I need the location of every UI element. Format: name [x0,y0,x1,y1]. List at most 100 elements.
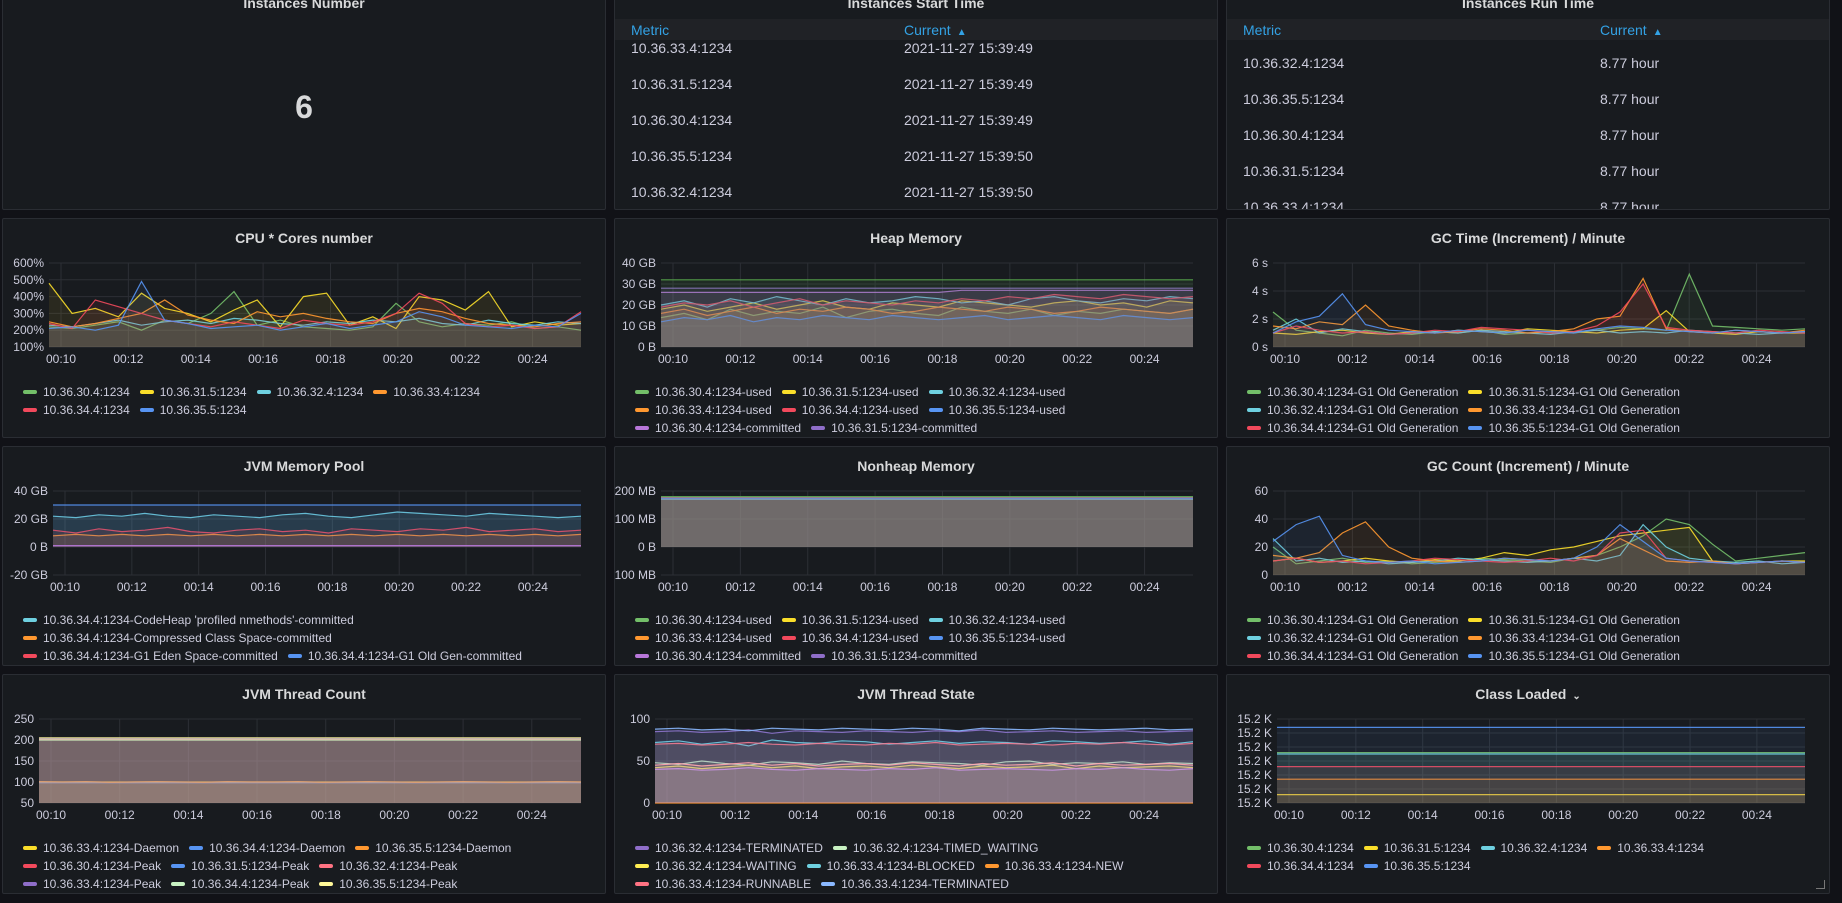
legend-item[interactable]: 10.36.31.5:1234-used [781,385,919,399]
legend-item[interactable]: 10.36.32.4:1234-G1 Old Generation [1247,403,1458,417]
legend-item[interactable]: 10.36.34.4:1234 [23,403,130,417]
chart-cpu[interactable]: 100% 200% 300% 400% 500% 600% 00:10 00:12 00:14 0… [3,255,606,375]
legend-item[interactable]: 10.36.34.4:1234-used [781,403,919,417]
chart-heap[interactable]: 0 B 10 GB 20 GB 30 GB 40 GB 00:10 00:12 00:14 00… [615,255,1218,375]
legend-item[interactable]: 10.36.33.4:1234-used [635,403,772,417]
legend-item[interactable]: 10.36.34.4:1234-Peak [171,877,309,891]
column-header-current[interactable]: Current ▲ [904,22,967,38]
legend-swatch [984,863,999,868]
chart-nonheap[interactable]: -100 MB 0 B 100 MB 200 MB 00:10 00:12 00:14 00:… [615,483,1218,603]
legend-item[interactable]: 10.36.35.5:1234-G1 Old Generation [1468,421,1680,435]
legend-item[interactable]: 10.36.33.4:1234-TERMINATED [821,877,1009,891]
legend-swatch [139,389,154,394]
legend-item[interactable]: 10.36.33.4:1234 [1597,841,1704,855]
panel-nonheap-memory[interactable]: Nonheap Memory -100 MB 0 B 100 MB 200 MB 00:1… [614,446,1218,666]
panel-class-loaded[interactable]: Class Loaded ⌄ 15.2 K 15.2 K 15.2 K 15.2 K 15.… [1226,674,1830,894]
legend-item[interactable]: 10.36.34.4:1234-G1 Old Generation [1247,421,1458,435]
legend-item[interactable]: 10.36.34.4:1234-Daemon [189,841,345,855]
legend-item[interactable]: 10.36.31.5:1234 [139,385,247,399]
legend-item[interactable]: 10.36.34.4:1234-G1 Old Gen-committed [287,649,522,663]
panel-jvm-memory-pool[interactable]: JVM Memory Pool -20 GB 0 B 20 GB 40 GB 00:10 0… [2,446,606,666]
legend-item[interactable]: 10.36.35.5:1234-used [928,631,1065,645]
panel-instances-number[interactable]: Instances Number 6 [2,0,606,210]
legend-item[interactable]: 10.36.31.5:1234 [1363,841,1471,855]
legend-item[interactable]: 10.36.32.4:1234 [256,385,363,399]
legend-row: 10.36.32.4:1234-G1 Old Generation 10.36.3… [1247,631,1690,647]
legend-item[interactable]: 10.36.32.4:1234-G1 Old Generation [1247,631,1458,645]
legend-item[interactable]: 10.36.34.4:1234 [1247,859,1354,873]
panel-cpu-cores[interactable]: CPU * Cores number 100% 200% 300% 400% 500% 60… [2,218,606,438]
column-header-metric[interactable]: Metric [1243,22,1281,38]
legend-item[interactable]: 10.36.33.4:1234-BLOCKED [806,859,975,873]
legend-item[interactable]: 10.36.31.5:1234-committed [811,649,977,663]
x-tick-label: 00:20 [1607,352,1637,366]
column-header-current[interactable]: Current ▲ [1600,22,1663,38]
legend-item[interactable]: 10.36.35.5:1234-used [928,403,1066,417]
legend-item[interactable]: 10.36.32.4:1234-Peak [319,859,457,873]
legend-item[interactable]: 10.36.35.5:1234-G1 Old Generation [1468,649,1680,663]
resize-handle[interactable] [1816,880,1825,889]
legend-item[interactable]: 10.36.30.4:1234-committed [635,649,801,663]
chart-gccount[interactable]: 0 20 40 60 00:10 00:12 00:14 00:16 00:18 00:20 00:… [1227,483,1830,603]
legend-item[interactable]: 10.36.30.4:1234-G1 Old Generation [1247,385,1458,399]
chart-threadstate[interactable]: 0 50 100 00:10 00:12 00:14 00:16 00:18 00:20 00:2… [615,711,1218,831]
x-tick-label: 00:10 [1270,352,1300,366]
legend-item[interactable]: 10.36.32.4:1234-TERMINATED [635,841,823,855]
legend-item[interactable]: 10.36.34.4:1234-G1 Old Generation [1247,649,1458,663]
legend-item[interactable]: 10.36.33.4:1234-G1 Old Generation [1468,403,1680,417]
legend-item[interactable]: 10.36.33.4:1234-RUNNABLE [635,877,811,891]
panel-title: Instances Start Time [847,0,985,11]
legend-item[interactable]: 10.36.31.5:1234-used [781,613,919,627]
legend-item[interactable]: 10.36.31.5:1234-G1 Old Generation [1468,613,1680,627]
legend-item[interactable]: 10.36.34.4:1234-Compressed Class Space-c… [23,631,332,645]
legend-item[interactable]: 10.36.33.4:1234 [373,385,480,399]
legend-item[interactable]: 10.36.32.4:1234-TIMED_WAITING [832,841,1039,855]
chart-threadcount[interactable]: 50 100 150 200 250 00:10 00:12 00:14 00:16 00:18 0… [3,711,606,831]
legend-item[interactable]: 10.36.30.4:1234 [23,385,130,399]
series-area [1277,727,1805,803]
legend-item[interactable]: 10.36.33.4:1234-NEW [984,859,1124,873]
legend-item[interactable]: 10.36.34.4:1234-G1 Eden Space-committed [23,649,278,663]
legend-item[interactable]: 10.36.34.4:1234-CodeHeap 'profiled nmeth… [23,613,354,627]
column-header-metric[interactable]: Metric [631,22,669,38]
legend-item[interactable]: 10.36.30.4:1234-G1 Old Generation [1247,613,1458,627]
panel-instances-start-time[interactable]: Instances Start Time Metric Current ▲ 10.… [614,0,1218,210]
legend-item[interactable]: 10.36.33.4:1234-Daemon [23,841,179,855]
legend-item[interactable]: 10.36.31.5:1234-Peak [171,859,309,873]
legend-item[interactable]: 10.36.30.4:1234 [1247,841,1354,855]
panel-instances-run-time[interactable]: Instances Run Time Metric Current ▲ 10.36… [1226,0,1830,210]
legend-item[interactable]: 10.36.35.5:1234 [1363,859,1471,873]
panel-gc-time[interactable]: GC Time (Increment) / Minute 0 s 2 s 4 s 6 s… [1226,218,1830,438]
legend-swatch [1480,845,1495,850]
legend-item[interactable]: 10.36.32.4:1234-WAITING [635,859,797,873]
panel-heap-memory[interactable]: Heap Memory 0 B 10 GB 20 GB 30 GB 40 GB 00:10 0… [614,218,1218,438]
legend-item[interactable]: 10.36.31.5:1234-committed [811,421,977,435]
chevron-down-icon[interactable]: ⌄ [1572,691,1580,702]
legend-item[interactable]: 10.36.35.5:1234 [139,403,247,417]
panel-gc-count[interactable]: GC Count (Increment) / Minute 0 20 40 60 00:1… [1226,446,1830,666]
chart-pool[interactable]: -20 GB 0 B 20 GB 40 GB 00:10 00:12 00:14 00:16 0… [3,483,606,603]
y-tick-label: 6 s [1252,256,1268,270]
panel-jvm-thread-count[interactable]: JVM Thread Count 50 100 150 200 250 00:10 00:12… [2,674,606,894]
legend-item[interactable]: 10.36.33.4:1234-G1 Old Generation [1468,631,1680,645]
legend-item[interactable]: 10.36.35.5:1234-Peak [319,877,457,891]
legend-label: 10.36.35.5:1234-used [948,403,1066,417]
legend-item[interactable]: 10.36.32.4:1234-used [928,613,1065,627]
x-tick-label: 00:12 [1337,352,1367,366]
legend-item[interactable]: 10.36.30.4:1234-committed [635,421,801,435]
chart-gctime[interactable]: 0 s 2 s 4 s 6 s 00:10 00:12 00:14 00:16 00:18 00:… [1227,255,1830,375]
legend-item[interactable]: 10.36.32.4:1234-used [928,385,1065,399]
legend-item[interactable]: 10.36.35.5:1234-Daemon [355,841,511,855]
legend-item[interactable]: 10.36.30.4:1234-used [635,613,772,627]
y-tick-label: 50 [637,754,651,768]
legend-item[interactable]: 10.36.32.4:1234 [1480,841,1587,855]
legend-item[interactable]: 10.36.34.4:1234-used [781,631,919,645]
chart-classloaded[interactable]: 15.2 K15.2 K15.2 K15.2 K15.2 K15.2 K15.2… [1227,711,1830,831]
legend-item[interactable]: 10.36.31.5:1234-G1 Old Generation [1468,385,1680,399]
x-tick-label: 00:20 [1607,580,1637,594]
legend-item[interactable]: 10.36.30.4:1234-Peak [23,859,161,873]
legend-item[interactable]: 10.36.30.4:1234-used [635,385,772,399]
legend-item[interactable]: 10.36.33.4:1234-Peak [23,877,161,891]
legend-item[interactable]: 10.36.33.4:1234-used [635,631,772,645]
panel-jvm-thread-state[interactable]: JVM Thread State 0 50 100 00:10 00:12 00:14 00:… [614,674,1218,894]
